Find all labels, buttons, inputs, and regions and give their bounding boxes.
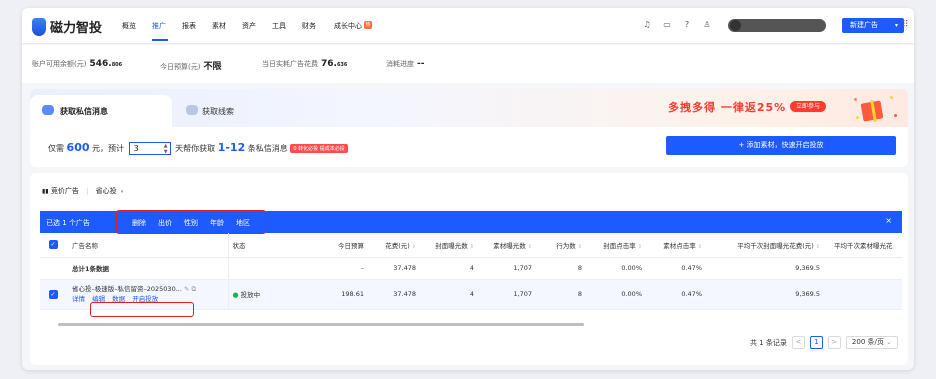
select-all-checkbox[interactable]: ✓ — [48, 240, 58, 250]
filter-type[interactable]: 竞价广告 — [51, 187, 79, 195]
col-material-impr[interactable]: 素材曝光数 ⇕ — [482, 233, 540, 258]
filter-mode[interactable]: 省心投 — [96, 187, 117, 195]
nav-finance[interactable]: 财务 — [302, 21, 316, 31]
col-cover-impr[interactable]: 封面曝光数 ⇕ — [424, 233, 482, 258]
tab-private-message[interactable]: 获取私信消息 — [30, 95, 172, 127]
pagination: 共 1 条记录 < 1 > 200 条/页 ⌄ — [750, 336, 898, 349]
summary-row: 总计1条数据 – 37.478 4 1,707 8 0.00% 0.47% 9,… — [40, 257, 902, 280]
bid-icon: ▮▮ — [42, 188, 49, 195]
apps-grid-icon[interactable]: ⠿ — [902, 20, 909, 30]
top-nav: 磁力智投 概览 推广 报表 素材 资产 工具 财务 成长中心热 ♫ ▭ ? ♙ … — [22, 8, 914, 44]
edit-icon[interactable]: ✎ — [184, 285, 189, 293]
service-icon[interactable]: ♙ — [702, 20, 712, 30]
highlight-box-actions — [116, 210, 266, 234]
table-header: ✓ 广告名称 状态 今日预算 花费(元) ⇕ 封面曝光数 ⇕ 素材曝光数 ⇕ 行为数 ⇕… — [40, 233, 902, 258]
guarantee-tag: 0 转化必投 提成本必投 — [290, 144, 348, 153]
nav-overview[interactable]: 概览 — [122, 21, 136, 31]
highlight-box-row-ops — [90, 302, 194, 317]
col-cpm-material[interactable]: 平均千次素材曝光花 — [828, 233, 902, 258]
message-icon[interactable]: ▭ — [662, 20, 672, 30]
nav-growth-center[interactable]: 成长中心热 — [334, 21, 372, 31]
horizontal-scrollbar[interactable] — [58, 323, 584, 326]
col-budget[interactable]: 今日预算 — [308, 233, 372, 258]
budget-estimate: 仅需 600 元，预计 3 ▲ ▼ 天帮你获取 1-12 条私信消息 0 转化必投 … — [48, 141, 348, 155]
col-ad-name: 广告名称 — [66, 233, 228, 258]
col-actions[interactable]: 行为数 ⇕ — [540, 233, 590, 258]
app-name: 磁力智投 — [50, 21, 103, 36]
days-stepper[interactable]: 3 ▲ ▼ — [128, 142, 171, 155]
status-cell: ● 投放中 — [227, 279, 308, 310]
campaign-tabs-bar: 获取私信消息 获取线索 多拽多得 一律返25% 立即参与 — [30, 89, 908, 127]
progress-stat: 消耗进度 -- — [386, 59, 425, 69]
budget-amount: 600 — [66, 141, 90, 154]
nav-materials[interactable]: 素材 — [212, 21, 226, 31]
col-cover-ctr[interactable]: 封面点击率 ⇕ — [590, 233, 650, 258]
row-checkbox[interactable]: ✓ — [48, 289, 58, 299]
active-tab-indicator — [152, 39, 168, 41]
campaign-card: 获取私信消息 获取线索 多拽多得 一律返25% 立即参与 仅需 600 元，预计… — [30, 89, 908, 167]
hot-badge: 热 — [364, 21, 372, 29]
app-window: 磁力智投 概览 推广 报表 素材 资产 工具 财务 成长中心热 ♫ ▭ ? ♙ … — [22, 8, 914, 370]
chevron-down-icon[interactable]: ⌄ — [886, 338, 892, 346]
ad-list-panel: ▮▮ 竞价广告 | 省心投 ▾ 已选 1 个广告 删除 出价 性别 年龄 地区 … — [30, 173, 908, 365]
tab-leads[interactable]: 获取线索 — [202, 106, 234, 117]
notification-icon[interactable]: ♫ — [642, 20, 652, 30]
status-dot-icon: ● — [232, 291, 239, 299]
tab-private-message-label: 获取私信消息 — [60, 107, 108, 116]
chevron-down-icon[interactable]: ▾ — [121, 189, 124, 195]
promo-join-button[interactable]: 立即参与 — [790, 101, 827, 112]
nav-tools[interactable]: 工具 — [272, 21, 286, 31]
close-icon[interactable]: × — [885, 216, 892, 225]
copy-icon[interactable]: ⧉ — [192, 285, 197, 293]
ad-name[interactable]: 省心投–极速版–私信留资–2025030... — [72, 285, 182, 293]
page-size-select[interactable]: 200 条/页 ⌄ — [845, 336, 898, 349]
prev-page-button[interactable]: < — [791, 336, 805, 349]
col-cpm-cover[interactable]: 平均千次封面曝光花费(元) ⇕ — [710, 233, 828, 258]
user-menu-chevron-icon[interactable]: ▾ — [810, 20, 820, 30]
spend-stat: 当日实耗广告花费 76.636 — [262, 59, 348, 69]
new-ad-button[interactable]: 新建广告 ▾ — [842, 18, 904, 33]
lead-icon — [186, 105, 198, 115]
gift-icon — [850, 92, 902, 124]
account-stats: 账户可用余额(元) 546.806 今日预算(元) 不限 当日实耗广告花费 76.63… — [22, 45, 914, 83]
nav-promotion[interactable]: 推广 — [152, 21, 166, 31]
col-material-ctr[interactable]: 素材点击率 ⇕ — [650, 233, 710, 258]
add-material-button[interactable]: + 添加素材，快速开启投放 — [666, 136, 896, 155]
chat-icon — [42, 105, 54, 115]
ad-table: ✓ 广告名称 状态 今日预算 花费(元) ⇕ 封面曝光数 ⇕ 素材曝光数 ⇕ 行为数 ⇕… — [40, 233, 902, 310]
chevron-down-icon[interactable]: ▾ — [895, 18, 898, 33]
budget-stat: 今日预算(元) 不限 — [160, 62, 222, 72]
op-detail[interactable]: 详情 — [72, 295, 85, 303]
logo-icon — [32, 17, 46, 36]
col-spend[interactable]: 花费(元) ⇕ — [372, 233, 424, 258]
total-records: 共 1 条记录 — [750, 338, 787, 347]
balance-stat: 账户可用余额(元) 546.806 — [32, 59, 123, 69]
nav-assets[interactable]: 资产 — [242, 21, 256, 31]
estimate-range: 1-12 — [217, 141, 246, 154]
page-number[interactable]: 1 — [809, 336, 823, 349]
ad-filter: ▮▮ 竞价广告 | 省心投 ▾ — [42, 187, 124, 195]
stepper-arrows-icon[interactable]: ▲ ▼ — [164, 143, 168, 155]
promo-text: 多拽多得 一律返25% — [668, 101, 787, 114]
col-status: 状态 — [227, 233, 308, 258]
next-page-button[interactable]: > — [827, 336, 841, 349]
selected-count: 已选 1 个广告 — [46, 219, 90, 227]
help-icon[interactable]: ? — [682, 20, 692, 30]
logo[interactable]: 磁力智投 — [32, 17, 102, 36]
nav-reports[interactable]: 报表 — [182, 21, 196, 31]
